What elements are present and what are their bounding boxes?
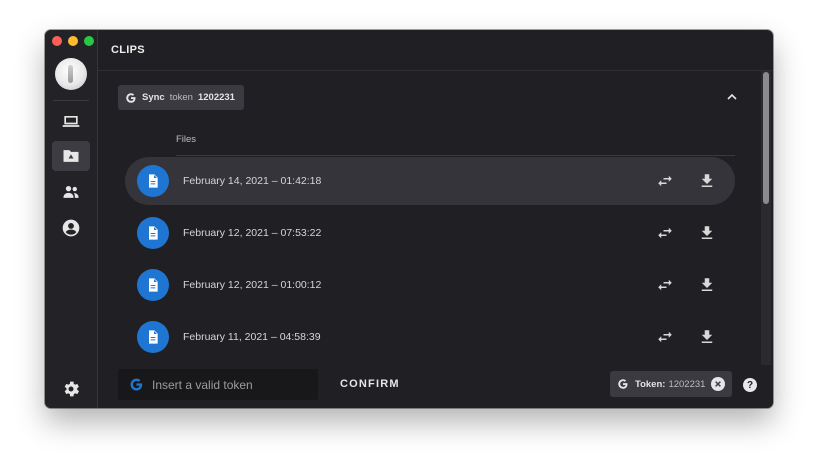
google-icon [130,378,143,391]
sidebar-item-drive[interactable] [52,141,90,171]
file-avatar [137,269,169,301]
clear-token-button[interactable] [711,377,725,391]
drive-folder-icon [63,150,79,162]
scrollbar-thumb[interactable] [763,72,769,204]
collapse-button[interactable] [724,89,740,105]
document-icon [149,278,158,292]
app-title: CLIPS [111,44,145,56]
sync-token-chip[interactable]: Sync token 1202231 [118,85,244,110]
token-input[interactable] [150,376,314,393]
close-icon [715,381,721,387]
avatar[interactable] [55,58,87,90]
laptop-icon [62,116,80,127]
document-icon [149,174,158,188]
swap-button[interactable] [655,223,675,243]
title-bar: CLIPS [98,30,773,71]
file-row[interactable]: February 11, 2021 – 04:58:39 [125,313,735,361]
sync-sublabel: token [169,92,193,103]
sidebar [45,30,98,408]
window-controls [52,36,94,46]
download-button[interactable] [697,223,717,243]
confirm-button[interactable]: CONFIRM [340,378,400,390]
chevron-up-icon [727,93,737,100]
close-window-button[interactable] [52,36,62,46]
people-icon [63,186,79,198]
download-button[interactable] [697,327,717,347]
swap-icon [658,331,672,343]
sidebar-item-account[interactable] [52,213,90,243]
sync-token-value: 1202231 [197,92,235,103]
file-row[interactable]: February 12, 2021 – 07:53:22 [125,209,735,257]
download-button[interactable] [697,171,717,191]
file-avatar [137,217,169,249]
download-icon [701,330,713,343]
swap-button[interactable] [655,327,675,347]
file-avatar [137,165,169,197]
swap-icon [658,279,672,291]
file-row[interactable]: February 12, 2021 – 01:00:12 [125,261,735,309]
file-name: February 12, 2021 – 07:53:22 [183,227,322,239]
sidebar-item-people[interactable] [52,177,90,207]
download-button[interactable] [697,275,717,295]
zoom-window-button[interactable] [84,36,94,46]
token-chip-label: Token: [635,378,666,390]
file-name: February 12, 2021 – 01:00:12 [183,279,322,291]
account-circle-icon [62,219,80,237]
document-icon [149,330,158,344]
sidebar-divider [53,100,89,101]
download-icon [701,226,713,239]
file-name: February 14, 2021 – 01:42:18 [183,175,322,187]
file-avatar [137,321,169,353]
app-window: CLIPS Sync token 1202231 Files February … [45,30,773,408]
download-icon [701,174,713,187]
download-icon [701,278,713,291]
swap-button[interactable] [655,275,675,295]
help-button[interactable]: ? [743,378,757,392]
google-icon [126,92,136,103]
file-row[interactable]: February 14, 2021 – 01:42:18 [125,157,735,205]
google-icon [618,379,628,389]
token-chip[interactable]: Token: 1202231 [610,371,732,397]
swap-icon [658,175,672,187]
bottom-bar: CONFIRM Token: 1202231 ? [98,365,773,408]
swap-icon [658,227,672,239]
file-name: February 11, 2021 – 04:58:39 [183,331,321,343]
minimize-window-button[interactable] [68,36,78,46]
document-icon [149,226,158,240]
gear-icon [64,381,79,397]
files-header: Files [176,134,197,145]
files-divider [176,155,735,156]
sidebar-item-devices[interactable] [52,106,90,136]
settings-button[interactable] [61,379,81,399]
swap-button[interactable] [655,171,675,191]
token-input-container[interactable] [118,369,318,400]
sync-label: Sync [142,92,165,103]
token-chip-value: 1202231 [668,378,706,390]
